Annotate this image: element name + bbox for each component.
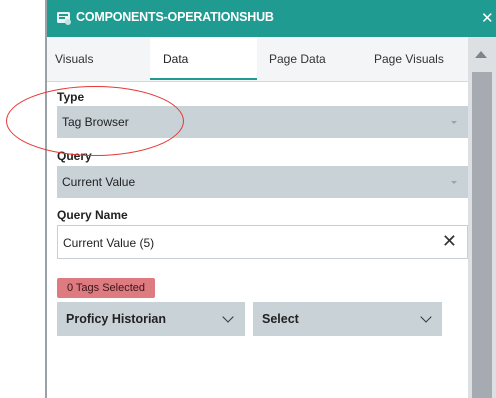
- type-label: Type: [57, 90, 85, 104]
- query-name-input[interactable]: Current Value (5) ✕: [57, 225, 468, 259]
- tags-selected-badge: 0 Tags Selected: [57, 278, 155, 298]
- historian-dropdown[interactable]: Proficy Historian: [57, 302, 245, 336]
- tab-page-visuals[interactable]: Page Visuals: [374, 37, 468, 81]
- chevron-down-icon: [420, 311, 432, 323]
- caret-down-icon: [451, 181, 457, 184]
- caret-down-icon: [451, 121, 457, 124]
- type-select-value: Tag Browser: [62, 115, 129, 129]
- query-name-label: Query Name: [57, 208, 128, 222]
- title-bar: COMPONENTS-OPERATIONSHUB ✕: [47, 0, 496, 37]
- query-name-value: Current Value (5): [63, 236, 155, 250]
- chevron-down-icon: [222, 311, 234, 323]
- scroll-up-arrow-icon[interactable]: [475, 51, 487, 58]
- query-select[interactable]: Current Value: [57, 166, 468, 198]
- historian-dropdown-value: Proficy Historian: [66, 312, 167, 326]
- tab-visuals[interactable]: Visuals: [55, 37, 150, 81]
- query-select-value: Current Value: [62, 175, 136, 189]
- select-dropdown-value: Select: [262, 312, 299, 326]
- operations-hub-logo-icon: [57, 12, 71, 25]
- scrollbar-thumb[interactable]: [472, 72, 492, 398]
- type-select[interactable]: Tag Browser: [57, 106, 468, 138]
- select-dropdown[interactable]: Select: [253, 302, 442, 336]
- close-icon[interactable]: ✕: [481, 9, 494, 27]
- window-title: COMPONENTS-OPERATIONSHUB: [76, 10, 274, 24]
- query-label: Query: [57, 149, 92, 163]
- tab-page-data[interactable]: Page Data: [269, 37, 369, 81]
- clear-icon[interactable]: ✕: [442, 231, 457, 252]
- scrollbar[interactable]: [468, 37, 496, 398]
- tab-data[interactable]: Data: [150, 37, 257, 80]
- tab-bar: Visuals Data Page Data Page Visuals: [47, 37, 468, 82]
